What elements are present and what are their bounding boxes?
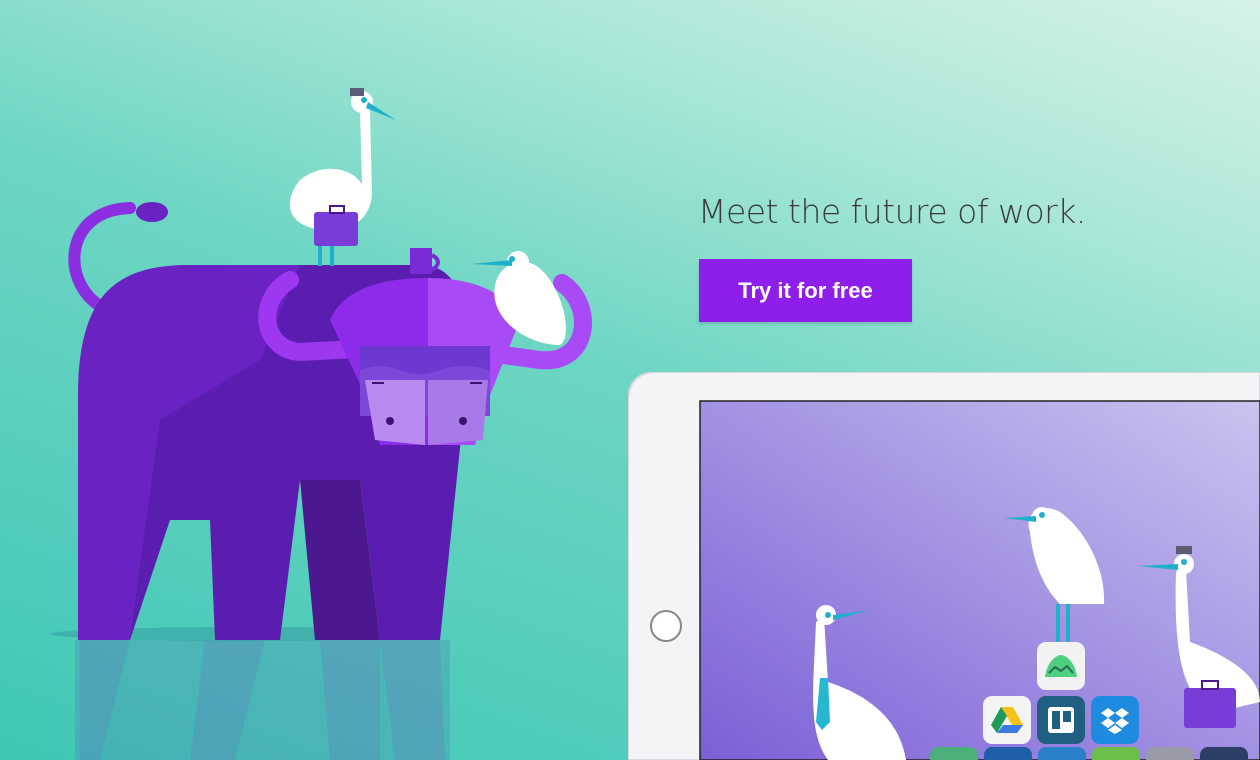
water-reflection — [75, 640, 450, 760]
hero-background: Meet the future of work. Try it for free — [0, 0, 1260, 760]
try-it-free-button[interactable]: Try it for free — [699, 259, 912, 322]
headline: Meet the future of work. — [698, 192, 1086, 231]
google-drive-app-icon[interactable] — [983, 696, 1031, 744]
dropbox-app-icon[interactable] — [1091, 696, 1139, 744]
basecamp-app-icon[interactable] — [1037, 642, 1085, 690]
buffalo-illustration — [50, 88, 592, 760]
home-button-icon — [650, 610, 682, 642]
egret-with-briefcase — [289, 88, 396, 266]
tablet-device — [628, 372, 1260, 760]
trello-app-icon[interactable] — [1037, 696, 1085, 744]
